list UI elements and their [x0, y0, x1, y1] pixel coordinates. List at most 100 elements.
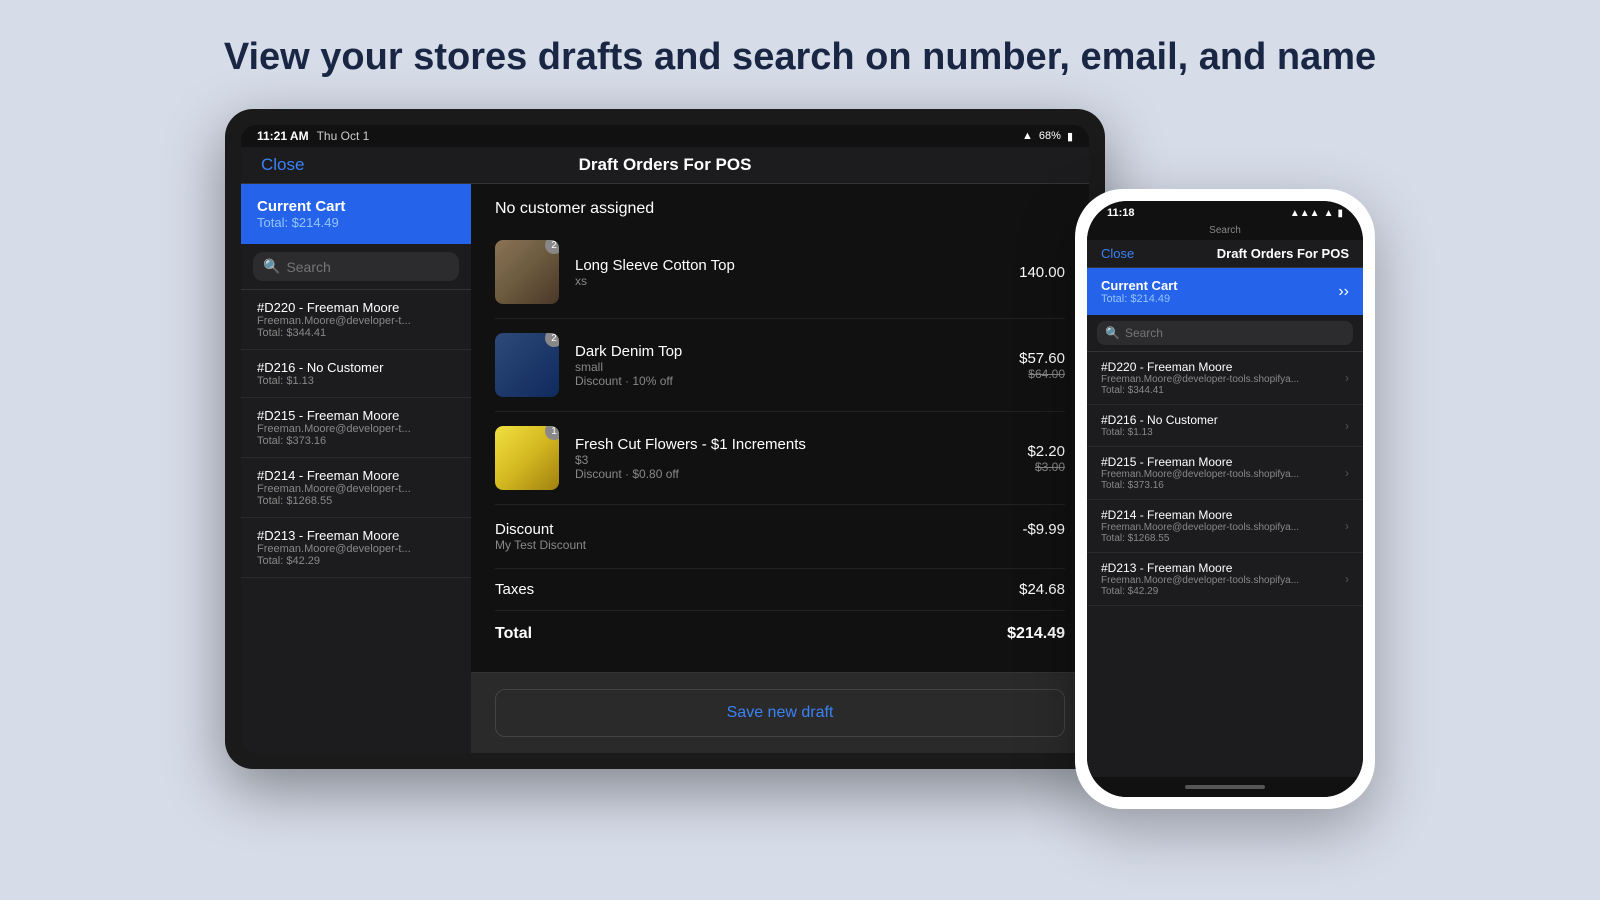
item-discount-label: Discount · 10% off — [575, 374, 1003, 388]
item-thumbnail: 2 — [495, 240, 559, 304]
tablet-status-bar: 11:21 AM Thu Oct 1 ▲ 68% ▮ — [241, 125, 1089, 147]
current-cart-total: Total: $214.49 — [257, 215, 455, 230]
tablet-status-icons: ▲ 68% ▮ — [1022, 130, 1073, 143]
search-icon: 🔍 — [263, 258, 280, 275]
draft-title: #D216 - No Customer — [1101, 413, 1345, 427]
draft-email: Freeman.Moore@developer-tools.shopifya..… — [1101, 469, 1345, 480]
list-item[interactable]: #D220 - Freeman Moore Freeman.Moore@deve… — [241, 290, 471, 350]
phone-navbar: Close Draft Orders For POS — [1087, 240, 1363, 268]
phone: 11:18 ▲▲▲ ▲ ▮ Search Close Draft Orders … — [1075, 189, 1375, 809]
discount-row: Discount My Test Discount -$9.99 — [495, 505, 1065, 569]
total-amount: $214.49 — [1007, 625, 1065, 643]
item-price-col: 140.00 — [1019, 264, 1065, 281]
draft-email: Freeman.Moore@developer-tools.shopifya..… — [1101, 575, 1345, 586]
phone-cart-total: Total: $214.49 — [1101, 293, 1178, 305]
taxes-amount: $24.68 — [1019, 581, 1065, 598]
item-original-price: $64.00 — [1019, 367, 1065, 381]
item-variant: xs — [575, 274, 1003, 288]
item-details: Fresh Cut Flowers - $1 Increments $3 Dis… — [575, 436, 1011, 481]
phone-search-label-bar: Search — [1087, 223, 1363, 240]
draft-total: Total: $1.13 — [257, 375, 455, 387]
draft-title: #D213 - Freeman Moore — [1101, 561, 1345, 575]
no-customer-label: No customer assigned — [471, 184, 1089, 226]
total-label: Total — [495, 625, 532, 643]
draft-title: #D215 - Freeman Moore — [1101, 455, 1345, 469]
list-item: 1 Fresh Cut Flowers - $1 Increments $3 D… — [495, 412, 1065, 505]
list-item[interactable]: #D216 - No Customer Total: $1.13 › — [1087, 405, 1363, 447]
discount-amount: -$9.99 — [1022, 521, 1065, 538]
draft-total: Total: $1268.55 — [1101, 533, 1345, 544]
footer-actions: Save new draft — [471, 672, 1089, 753]
phone-cart-title: Current Cart — [1101, 278, 1178, 293]
draft-title: #D220 - Freeman Moore — [1101, 360, 1345, 374]
phone-status-icons: ▲▲▲ ▲ ▮ — [1290, 208, 1343, 219]
phone-search-input[interactable] — [1125, 326, 1345, 340]
phone-wifi-icon: ▲ — [1324, 208, 1334, 219]
list-item: 2 Long Sleeve Cotton Top xs 140.00 — [495, 226, 1065, 319]
list-item[interactable]: #D220 - Freeman Moore Freeman.Moore@deve… — [1087, 352, 1363, 405]
draft-total: Total: $373.16 — [1101, 480, 1345, 491]
tablet: 11:21 AM Thu Oct 1 ▲ 68% ▮ Close Draft O… — [225, 109, 1105, 769]
item-price-col: $2.20 $3.00 — [1027, 443, 1065, 474]
draft-email: Freeman.Moore@developer-t... — [257, 543, 455, 555]
phone-current-cart[interactable]: Current Cart Total: $214.49 › — [1087, 268, 1363, 315]
chevron-right-icon: › — [1345, 519, 1349, 533]
draft-title: #D216 - No Customer — [257, 360, 455, 375]
save-draft-button[interactable]: Save new draft — [495, 689, 1065, 737]
item-variant: $3 — [575, 453, 1011, 467]
tablet-title: Draft Orders For POS — [579, 155, 752, 175]
item-original-price: $3.00 — [1027, 460, 1065, 474]
tablet-sidebar: Current Cart Total: $214.49 🔍 #D220 - F — [241, 184, 471, 753]
tablet-navbar: Close Draft Orders For POS — [241, 147, 1089, 184]
total-row: Total $214.49 — [495, 611, 1065, 657]
list-item[interactable]: #D213 - Freeman Moore Freeman.Moore@deve… — [241, 518, 471, 578]
phone-search-bar: 🔍 — [1087, 315, 1363, 352]
discount-label: Discount — [495, 521, 586, 538]
item-name: Long Sleeve Cotton Top — [575, 257, 1003, 274]
item-qty-badge: 1 — [545, 426, 559, 440]
list-item[interactable]: #D216 - No Customer Total: $1.13 — [241, 350, 471, 398]
draft-email: Freeman.Moore@developer-t... — [257, 315, 455, 327]
sidebar-current-cart[interactable]: Current Cart Total: $214.49 — [241, 184, 471, 244]
tablet-content: Current Cart Total: $214.49 🔍 #D220 - F — [241, 184, 1089, 753]
list-item: 2 Dark Denim Top small Discount · 10% of… — [495, 319, 1065, 412]
phone-home-bar — [1087, 777, 1363, 797]
phone-nav-title: Draft Orders For POS — [1217, 246, 1349, 261]
phone-search-label: Search — [1209, 225, 1241, 236]
list-item[interactable]: #D214 - Freeman Moore Freeman.Moore@deve… — [241, 458, 471, 518]
list-item[interactable]: #D215 - Freeman Moore Freeman.Moore@deve… — [241, 398, 471, 458]
battery-label: 68% — [1039, 130, 1061, 142]
draft-title: #D214 - Freeman Moore — [257, 468, 455, 483]
devices-container: 11:21 AM Thu Oct 1 ▲ 68% ▮ Close Draft O… — [0, 109, 1600, 809]
phone-draft-list: #D220 - Freeman Moore Freeman.Moore@deve… — [1087, 352, 1363, 606]
draft-title: #D215 - Freeman Moore — [257, 408, 455, 423]
tablet-draft-list: #D220 - Freeman Moore Freeman.Moore@deve… — [241, 290, 471, 578]
draft-total: Total: $344.41 — [1101, 385, 1345, 396]
item-details: Dark Denim Top small Discount · 10% off — [575, 343, 1003, 388]
search-input[interactable] — [286, 259, 449, 275]
chevron-right-icon: › — [1345, 419, 1349, 433]
discount-name: My Test Discount — [495, 538, 586, 552]
item-price-col: $57.60 $64.00 — [1019, 350, 1065, 381]
draft-email: Freeman.Moore@developer-tools.shopifya..… — [1101, 374, 1345, 385]
phone-sidebar: Current Cart Total: $214.49 › 🔍 — [1087, 268, 1363, 777]
tablet-close-button[interactable]: Close — [261, 155, 304, 175]
chevron-right-icon: › — [1338, 283, 1349, 301]
item-discount-label: Discount · $0.80 off — [575, 467, 1011, 481]
draft-total: Total: $42.29 — [257, 555, 455, 567]
phone-battery-icon: ▮ — [1337, 208, 1343, 219]
home-indicator — [1185, 785, 1265, 789]
item-thumbnail: 1 — [495, 426, 559, 490]
list-item[interactable]: #D215 - Freeman Moore Freeman.Moore@deve… — [1087, 447, 1363, 500]
list-item[interactable]: #D214 - Freeman Moore Freeman.Moore@deve… — [1087, 500, 1363, 553]
current-cart-title: Current Cart — [257, 198, 455, 215]
phone-time: 11:18 — [1107, 207, 1135, 219]
draft-title: #D213 - Freeman Moore — [257, 528, 455, 543]
phone-close-button[interactable]: Close — [1101, 246, 1134, 261]
draft-email: Freeman.Moore@developer-tools.shopifya..… — [1101, 522, 1345, 533]
taxes-row: Taxes $24.68 — [495, 569, 1065, 611]
item-price: $2.20 — [1027, 443, 1065, 460]
list-item[interactable]: #D213 - Freeman Moore Freeman.Moore@deve… — [1087, 553, 1363, 606]
draft-email: Freeman.Moore@developer-t... — [257, 423, 455, 435]
tablet-main: No customer assigned 2 Long Sleeve Cotto… — [471, 184, 1089, 753]
